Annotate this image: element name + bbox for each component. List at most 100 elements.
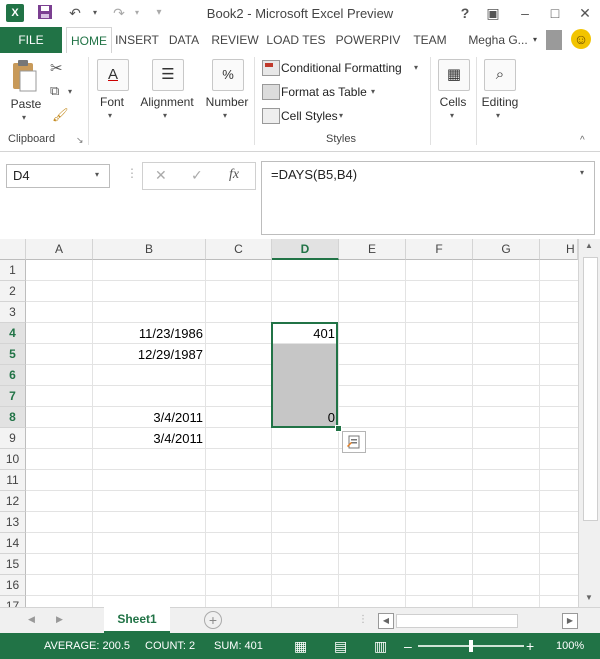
name-box-dropdown-icon[interactable]: ▾: [95, 170, 99, 179]
scroll-left-icon[interactable]: ◀: [378, 613, 394, 629]
alignment-dropdown-icon[interactable]: ▾: [163, 111, 167, 120]
new-sheet-icon[interactable]: +: [204, 611, 222, 629]
collapse-ribbon-icon[interactable]: ^: [580, 135, 585, 146]
insert-function-icon[interactable]: fx: [229, 167, 239, 183]
row-header[interactable]: 14: [0, 533, 26, 554]
column-header-a[interactable]: A: [26, 239, 93, 260]
tab-insert[interactable]: INSERT: [114, 27, 160, 53]
cell-b9[interactable]: 3/4/2011: [93, 428, 206, 449]
cells-dropdown-icon[interactable]: ▾: [450, 111, 454, 120]
row-header[interactable]: 6: [0, 365, 26, 386]
font-dropdown-icon[interactable]: ▾: [108, 111, 112, 120]
page-break-view-icon[interactable]: ▥: [374, 633, 387, 659]
ribbon-display-icon[interactable]: ▣: [484, 4, 502, 22]
next-sheet-icon[interactable]: ▶: [56, 614, 63, 625]
row-header[interactable]: 15: [0, 554, 26, 575]
column-header-g[interactable]: G: [473, 239, 540, 260]
zoom-in-icon[interactable]: +: [526, 633, 534, 659]
row-header[interactable]: 4: [0, 323, 26, 344]
row-header[interactable]: 2: [0, 281, 26, 302]
expand-formula-icon[interactable]: ▾: [580, 168, 584, 177]
tab-split-grip-icon[interactable]: ⋮: [358, 614, 368, 625]
row-header[interactable]: 1: [0, 260, 26, 281]
cancel-icon[interactable]: ✕: [155, 167, 167, 184]
row-header[interactable]: 5: [0, 344, 26, 365]
row-header[interactable]: 8: [0, 407, 26, 428]
cut-icon[interactable]: ✂: [50, 59, 63, 77]
zoom-level[interactable]: 100%: [556, 633, 584, 659]
row-header[interactable]: 9: [0, 428, 26, 449]
cell-styles-button[interactable]: Cell Styles: [281, 109, 338, 123]
column-header-f[interactable]: F: [406, 239, 473, 260]
tab-home[interactable]: HOME: [66, 27, 112, 54]
editing-button[interactable]: Editing: [476, 95, 524, 109]
minimize-icon[interactable]: –: [516, 4, 534, 22]
tab-powerpivot[interactable]: POWERPIV: [334, 27, 402, 53]
paste-button[interactable]: Paste: [6, 97, 46, 111]
sheet-tab-sheet1[interactable]: Sheet1: [104, 607, 170, 633]
row-header[interactable]: 16: [0, 575, 26, 596]
editing-dropdown-icon[interactable]: ▾: [496, 111, 500, 120]
number-button[interactable]: Number: [201, 95, 253, 109]
row-header[interactable]: 11: [0, 470, 26, 491]
worksheet-grid[interactable]: A B C D E F G H 1 2 3 4 5 6 7 8 9 10 11 …: [0, 239, 578, 607]
page-layout-view-icon[interactable]: ▤: [334, 633, 347, 659]
copy-dropdown-icon[interactable]: ▾: [68, 87, 72, 96]
cells-button[interactable]: Cells: [432, 95, 474, 109]
maximize-icon[interactable]: □: [546, 4, 564, 22]
row-header[interactable]: 7: [0, 386, 26, 407]
zoom-out-icon[interactable]: –: [404, 633, 412, 659]
conditional-formatting-button[interactable]: Conditional Formatting: [281, 61, 402, 75]
cell-styles-dropdown-icon[interactable]: ▾: [339, 111, 343, 120]
user-name[interactable]: Megha G...: [462, 27, 534, 53]
vertical-scroll-thumb[interactable]: [583, 257, 598, 521]
copy-icon[interactable]: ⧉: [50, 83, 59, 99]
scroll-right-icon[interactable]: ▶: [562, 613, 578, 629]
row-header[interactable]: 12: [0, 491, 26, 512]
smiley-feedback-icon[interactable]: ☺: [571, 29, 591, 49]
scroll-up-icon[interactable]: ▲: [585, 241, 593, 250]
tab-data[interactable]: DATA: [164, 27, 204, 53]
row-header[interactable]: 13: [0, 512, 26, 533]
number-dropdown-icon[interactable]: ▾: [223, 111, 227, 120]
prev-sheet-icon[interactable]: ◀: [28, 614, 35, 625]
column-header-c[interactable]: C: [206, 239, 272, 260]
column-header-h[interactable]: H: [540, 239, 578, 260]
cell-b8[interactable]: 3/4/2011: [93, 407, 206, 428]
column-header-d[interactable]: D: [272, 239, 339, 260]
column-header-e[interactable]: E: [339, 239, 406, 260]
format-as-table-dropdown-icon[interactable]: ▾: [371, 87, 375, 96]
row-header[interactable]: 17: [0, 596, 26, 607]
enter-icon[interactable]: ✓: [191, 167, 203, 184]
close-icon[interactable]: ✕: [576, 4, 594, 22]
zoom-slider-thumb[interactable]: [469, 640, 473, 652]
column-header-b[interactable]: B: [93, 239, 206, 260]
cell-b4[interactable]: 11/23/1986: [93, 323, 206, 344]
tab-team[interactable]: TEAM: [408, 27, 452, 53]
tab-review[interactable]: REVIEW: [210, 27, 260, 53]
dialog-launcher-icon[interactable]: ↘: [76, 135, 84, 146]
format-painter-icon[interactable]: 🖌: [52, 107, 69, 123]
select-all-corner[interactable]: [0, 239, 26, 260]
conditional-formatting-dropdown-icon[interactable]: ▾: [414, 63, 418, 72]
format-as-table-button[interactable]: Format as Table: [281, 85, 367, 99]
vertical-scrollbar[interactable]: ▲ ▼: [578, 239, 600, 607]
cell-d8[interactable]: 0: [272, 407, 338, 428]
name-box[interactable]: D4 ▾: [6, 164, 110, 188]
formula-input[interactable]: =DAYS(B5,B4) ▾: [261, 161, 595, 235]
user-dropdown-icon[interactable]: ▾: [530, 27, 540, 53]
scroll-down-icon[interactable]: ▼: [585, 593, 593, 602]
tab-file[interactable]: FILE: [0, 27, 62, 53]
help-icon[interactable]: ?: [456, 4, 474, 22]
horizontal-scroll-thumb[interactable]: [396, 614, 518, 628]
font-button[interactable]: Font: [90, 95, 134, 109]
tab-load-test[interactable]: LOAD TES: [264, 27, 328, 53]
cell-d4[interactable]: 401: [272, 323, 338, 344]
row-header[interactable]: 10: [0, 449, 26, 470]
row-header[interactable]: 3: [0, 302, 26, 323]
paste-dropdown-icon[interactable]: ▾: [22, 113, 26, 122]
quick-analysis-icon[interactable]: [342, 431, 366, 453]
alignment-button[interactable]: Alignment: [136, 95, 198, 109]
normal-view-icon[interactable]: ▦: [294, 633, 307, 659]
cell-b5[interactable]: 12/29/1987: [93, 344, 206, 365]
